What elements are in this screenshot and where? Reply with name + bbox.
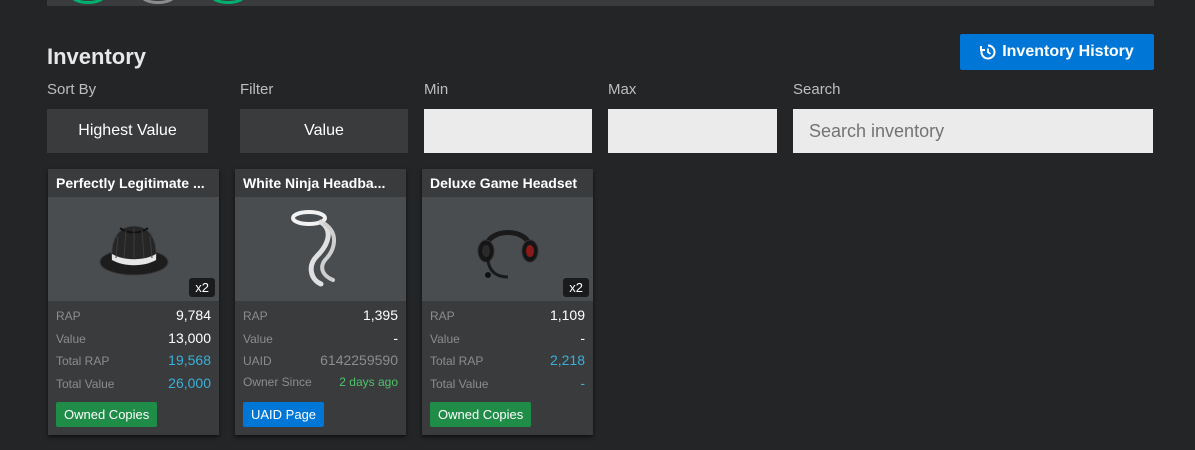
rap-value: 9,784 <box>175 307 211 323</box>
history-icon <box>980 44 996 60</box>
owner-since-value: 2 days ago <box>339 374 398 389</box>
uaid-value[interactable]: 6142259590 <box>320 352 398 368</box>
min-input[interactable] <box>424 109 592 153</box>
min-label: Min <box>424 81 449 98</box>
profile-header-strip <box>47 0 1154 6</box>
item-thumbnail[interactable] <box>235 197 406 301</box>
value-value: 13,000 <box>168 329 211 346</box>
headset-icon <box>477 230 538 279</box>
fedora-hat-icon <box>99 225 168 276</box>
value-value: - <box>580 329 585 346</box>
rap-value: 1,395 <box>362 307 398 323</box>
owned-copies-button[interactable]: Owned Copies <box>430 402 532 427</box>
total-rap-value: 2,218 <box>549 352 585 368</box>
rap-value: 1,109 <box>549 307 585 323</box>
item-stats: RAP 9,784 Value 13,000 Total RAP 19,568 Tot… <box>48 301 219 397</box>
search-label: Search <box>793 81 841 98</box>
total-rap-label: Total RAP <box>56 354 110 368</box>
total-value-label: Total Value <box>430 376 489 391</box>
ninja-headband-icon <box>290 210 336 287</box>
item-thumbnail[interactable]: x2 <box>48 197 219 301</box>
page-title: Inventory <box>47 44 147 69</box>
item-count-badge: x2 <box>189 278 215 297</box>
status-ring-icon <box>139 0 177 4</box>
inventory-history-button[interactable]: Inventory History <box>960 34 1154 70</box>
owner-since-label: Owner Since <box>243 374 312 389</box>
item-stats: RAP 1,109 Value - Total RAP 2,218 Total Val… <box>422 301 593 397</box>
rap-label: RAP <box>243 309 268 323</box>
total-value-value: 26,000 <box>168 374 211 391</box>
inventory-history-label: Inventory History <box>1002 43 1134 60</box>
search-input[interactable] <box>793 109 1153 153</box>
total-value-label: Total Value <box>56 376 115 391</box>
inventory-item-card[interactable]: Perfectly Legitimate ... x2 RAP 9,784 Val… <box>48 169 219 435</box>
item-count-badge: x2 <box>563 278 589 297</box>
uaid-page-button[interactable]: UAID Page <box>243 402 325 427</box>
total-rap-label: Total RAP <box>430 354 484 368</box>
total-rap-value: 19,568 <box>168 352 211 368</box>
value-label: Value <box>243 331 273 346</box>
status-ring-icon <box>209 0 247 4</box>
max-input[interactable] <box>608 109 777 153</box>
status-ring-icon <box>69 0 107 4</box>
sort-by-dropdown[interactable]: Highest Value <box>47 109 208 153</box>
filter-dropdown[interactable]: Value <box>240 109 408 153</box>
item-name[interactable]: Deluxe Game Headset <box>422 169 593 197</box>
total-value-value: - <box>580 374 585 391</box>
rap-label: RAP <box>430 309 455 323</box>
inventory-item-card[interactable]: Deluxe Game Headset x2 RAP 1,109 Value - T… <box>422 169 593 435</box>
item-name[interactable]: White Ninja Headba... <box>235 169 406 197</box>
filter-label: Filter <box>240 81 274 98</box>
max-label: Max <box>608 81 637 98</box>
owned-copies-button[interactable]: Owned Copies <box>56 402 158 427</box>
item-thumbnail[interactable]: x2 <box>422 197 593 301</box>
value-value: - <box>393 329 398 346</box>
value-label: Value <box>56 331 86 346</box>
rap-label: RAP <box>56 309 81 323</box>
uaid-label: UAID <box>243 354 272 368</box>
item-name[interactable]: Perfectly Legitimate ... <box>48 169 219 197</box>
value-label: Value <box>430 331 460 346</box>
sort-by-label: Sort By <box>47 81 97 98</box>
inventory-item-card[interactable]: White Ninja Headba... RAP 1,395 Value - UA… <box>235 169 406 435</box>
item-stats: RAP 1,395 Value - UAID 6142259590 Owner Sin… <box>235 301 406 397</box>
